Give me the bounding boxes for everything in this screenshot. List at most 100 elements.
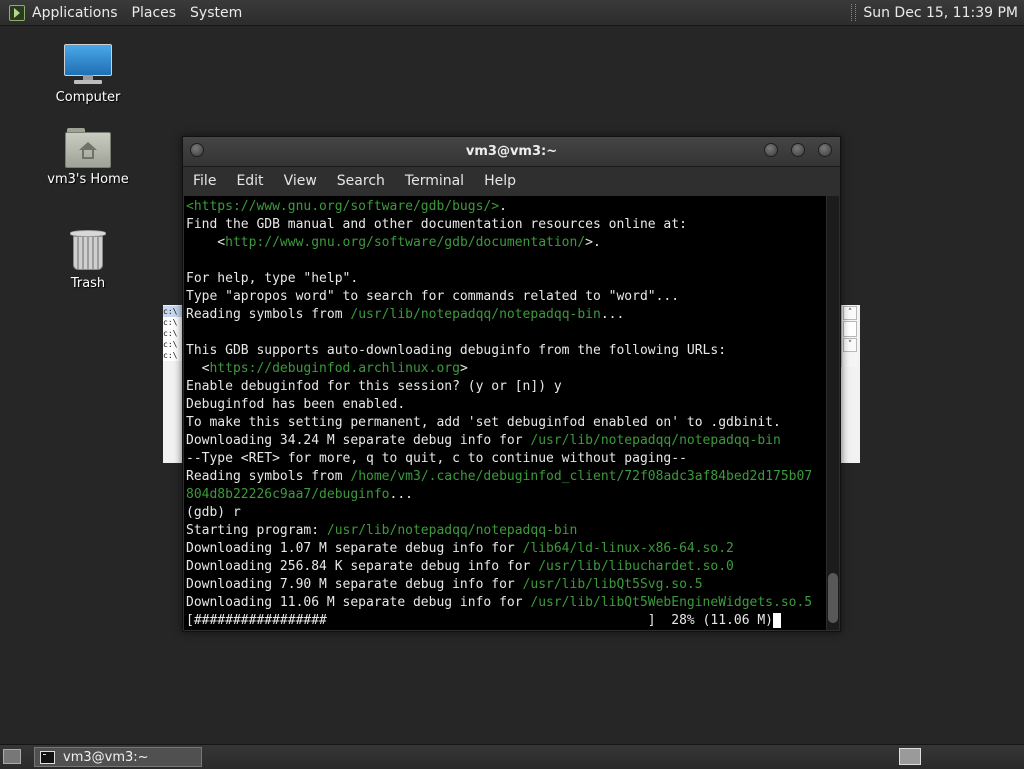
- terminal-line: For help, type "help".: [186, 271, 358, 286]
- window-titlebar[interactable]: vm3@vm3:~: [183, 137, 840, 167]
- terminal-line: Downloading 34.24 M separate debug info …: [186, 433, 781, 448]
- terminal-window[interactable]: vm3@vm3:~ File Edit View Search Terminal…: [182, 136, 841, 632]
- output-text: <: [186, 361, 210, 376]
- maximize-icon[interactable]: [791, 143, 805, 157]
- terminal-line: Downloading 7.90 M separate debug info f…: [186, 577, 703, 592]
- terminal-line: Downloading 1.07 M separate debug info f…: [186, 541, 734, 556]
- output-text: Starting program:: [186, 523, 327, 538]
- output-text: Downloading 1.07 M separate debug info f…: [186, 541, 523, 556]
- scroll-down-icon[interactable]: ˅: [843, 338, 857, 352]
- taskbar-label: vm3@vm3:~: [63, 749, 149, 765]
- terminal-line: Downloading 256.84 K separate debug info…: [186, 559, 734, 574]
- desktop-icon-computer[interactable]: Computer: [33, 44, 143, 105]
- background-file-list: c:\ c:\ c:\ c:\ c:\: [163, 306, 183, 361]
- path-text: /usr/lib/libQt5Svg.so.5: [522, 577, 703, 592]
- desktop-icon-home[interactable]: vm3's Home: [33, 128, 143, 187]
- trash-icon: [68, 228, 108, 272]
- close-icon[interactable]: [818, 143, 832, 157]
- terminal-line: <https://www.gnu.org/software/gdb/bugs/>…: [186, 199, 507, 214]
- path-text: https://debuginfod.archlinux.org: [209, 361, 460, 376]
- home-folder-icon: [65, 128, 111, 168]
- terminal-line: To make this setting permanent, add 'set…: [186, 415, 781, 430]
- output-text: Downloading 34.24 M separate debug info …: [186, 433, 531, 448]
- output-text: Downloading 256.84 K separate debug info…: [186, 559, 539, 574]
- output-text: Find the GDB manual and other documentat…: [186, 217, 687, 232]
- list-item[interactable]: c:\: [163, 339, 183, 350]
- clock[interactable]: Sun Dec 15, 11:39 PM: [863, 5, 1018, 21]
- minimize-icon[interactable]: [764, 143, 778, 157]
- system-menu[interactable]: System: [190, 5, 242, 21]
- menu-file[interactable]: File: [183, 173, 226, 189]
- output-text: For help, type "help".: [186, 271, 359, 286]
- scroll-thumb[interactable]: [828, 573, 838, 623]
- terminal-line: Reading symbols from /usr/lib/notepadqq/…: [186, 307, 624, 322]
- background-scrollbar[interactable]: ˄ ˅: [841, 305, 858, 367]
- output-text: ...: [600, 307, 625, 322]
- output-text: Reading symbols from: [186, 307, 351, 322]
- menu-search[interactable]: Search: [327, 173, 395, 189]
- output-text: >: [459, 361, 468, 376]
- applications-logo-icon[interactable]: [8, 4, 26, 22]
- output-text: Enable debuginfod for this session? (y o…: [186, 379, 562, 394]
- terminal-line: Find the GDB manual and other documentat…: [186, 217, 687, 232]
- terminal-line: <http://www.gnu.org/software/gdb/documen…: [186, 235, 601, 250]
- path-text: /home/vm3/.cache/debuginfod_client/72f08…: [350, 469, 813, 484]
- list-item[interactable]: c:\: [163, 350, 183, 361]
- taskbar-button-terminal[interactable]: vm3@vm3:~: [34, 747, 202, 767]
- window-title: vm3@vm3:~: [465, 144, 558, 159]
- desktop-icon-label: Computer: [55, 90, 121, 105]
- terminal-line: This GDB supports auto-downloading debug…: [186, 343, 726, 358]
- terminal-line: Debuginfod has been enabled.: [186, 397, 405, 412]
- path-text: /usr/lib/libuchardet.so.0: [538, 559, 734, 574]
- output-text: ...: [389, 487, 413, 502]
- output-text: This GDB supports auto-downloading debug…: [186, 343, 727, 358]
- output-text: Debuginfod has been enabled.: [186, 397, 406, 412]
- output-text: Reading symbols from: [186, 469, 351, 484]
- desktop-icon-label: Trash: [70, 276, 106, 291]
- panel-separator: [851, 4, 857, 21]
- workspace-switcher[interactable]: [899, 748, 921, 765]
- terminal-text: <https://www.gnu.org/software/gdb/bugs/>…: [184, 196, 826, 630]
- scroll-thumb[interactable]: [843, 321, 857, 337]
- terminal-line: 804d8b22226c9aa7/debuginfo...: [186, 487, 413, 502]
- terminal-scrollbar[interactable]: [827, 196, 839, 630]
- path-text: /usr/lib/notepadqq/notepadqq-bin: [350, 307, 601, 322]
- desktop-icon-trash[interactable]: Trash: [33, 228, 143, 291]
- applications-menu[interactable]: Applications: [32, 5, 118, 21]
- terminal-line: Type "apropos word" to search for comman…: [186, 289, 679, 304]
- menu-edit[interactable]: Edit: [226, 173, 273, 189]
- output-text: --Type <RET> for more, q to quit, c to c…: [186, 451, 687, 466]
- places-menu[interactable]: Places: [132, 5, 177, 21]
- list-item[interactable]: c:\: [163, 306, 183, 317]
- terminal-menubar: File Edit View Search Terminal Help: [183, 167, 840, 195]
- list-item[interactable]: c:\: [163, 317, 183, 328]
- path-text: <https://www.gnu.org/software/gdb/bugs/>: [186, 199, 500, 214]
- output-text: To make this setting permanent, add 'set…: [186, 415, 781, 430]
- output-text: >.: [585, 235, 601, 250]
- panel-right-area: Sun Dec 15, 11:39 PM: [851, 0, 1018, 25]
- output-text: [################# ] 28% (11.06 M): [186, 613, 773, 628]
- terminal-line: Enable debuginfod for this session? (y o…: [186, 379, 562, 394]
- show-desktop-icon[interactable]: [3, 749, 21, 764]
- output-text: Type "apropos word" to search for comman…: [186, 289, 680, 304]
- path-text: /usr/lib/notepadqq/notepadqq-bin: [530, 433, 781, 448]
- output-text: Downloading 7.90 M separate debug info f…: [186, 577, 523, 592]
- list-item[interactable]: c:\: [163, 328, 183, 339]
- path-text: /usr/lib/libQt5WebEngineWidgets.so.5: [530, 595, 813, 610]
- terminal-line: (gdb) r: [186, 505, 241, 520]
- output-text: Downloading 11.06 M separate debug info …: [186, 595, 531, 610]
- output-text: <: [186, 235, 226, 250]
- menu-help[interactable]: Help: [474, 173, 526, 189]
- desktop-icon-label: vm3's Home: [47, 172, 129, 187]
- terminal-icon: [40, 750, 55, 764]
- terminal-output[interactable]: <https://www.gnu.org/software/gdb/bugs/>…: [184, 196, 826, 630]
- path-text: 804d8b22226c9aa7/debuginfo: [186, 487, 390, 502]
- menu-view[interactable]: View: [274, 173, 327, 189]
- text-cursor: [773, 613, 781, 628]
- scroll-up-icon[interactable]: ˄: [843, 306, 857, 320]
- menu-terminal[interactable]: Terminal: [395, 173, 474, 189]
- path-text: /usr/lib/notepadqq/notepadqq-bin: [326, 523, 578, 538]
- computer-icon: [64, 44, 112, 86]
- top-panel: Applications Places System Sun Dec 15, 1…: [0, 0, 1024, 26]
- output-text: .: [499, 199, 507, 214]
